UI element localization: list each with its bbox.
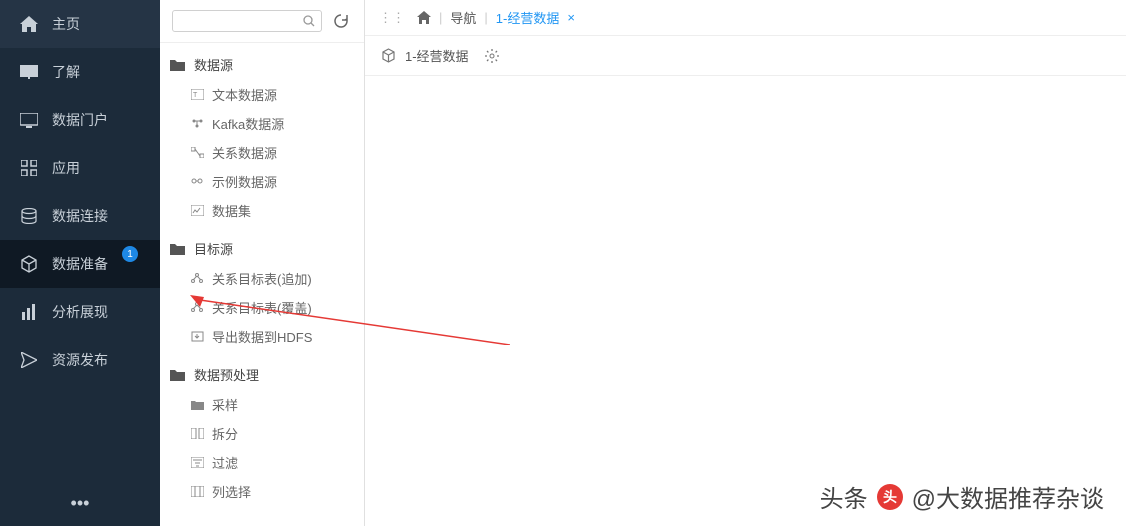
nav-portal[interactable]: 数据门户 (0, 96, 160, 144)
item-text-ds[interactable]: T 文本数据源 (160, 80, 364, 109)
folder-icon (170, 243, 188, 255)
item-export-hdfs[interactable]: 导出数据到HDFS (160, 322, 364, 351)
main-area: ⋮⋮ | 导航 | 1-经营数据 × 1-经营数据 头条 头 @大数据推荐杂谈 (365, 0, 1126, 526)
item-target-append[interactable]: 关系目标表(追加) (160, 264, 364, 293)
folder-icon (170, 369, 188, 381)
home-icon[interactable] (417, 11, 431, 24)
item-columns[interactable]: 列选择 (160, 477, 364, 506)
nav-analysis[interactable]: 分析展现 (0, 288, 160, 336)
nav-apps[interactable]: 应用 (0, 144, 160, 192)
send-icon (18, 351, 40, 369)
item-label: 示例数据源 (212, 172, 277, 191)
svg-text:头: 头 (883, 489, 897, 505)
item-kafka-ds[interactable]: Kafka数据源 (160, 109, 364, 138)
export-icon (188, 331, 206, 342)
text-icon: T (188, 89, 206, 100)
close-tab-icon[interactable]: × (567, 10, 575, 25)
item-label: 拆分 (212, 424, 238, 443)
canvas[interactable] (365, 76, 1126, 526)
sample-icon (188, 176, 206, 187)
drag-icon[interactable]: ⋮⋮ (379, 10, 405, 26)
nav-label: 分析展现 (52, 302, 108, 322)
folder-preprocess[interactable]: 数据预处理 (160, 359, 364, 390)
nav-label: 数据连接 (52, 206, 108, 226)
tree: 数据源 T文本数据源 Kafka数据源 关系数据源 示例数据源 数据集 目标源 … (160, 43, 364, 526)
refresh-button[interactable] (330, 10, 352, 32)
item-dataset[interactable]: 数据集 (160, 196, 364, 225)
item-label: 列选择 (212, 482, 251, 501)
nav-home[interactable]: 主页 (0, 0, 160, 48)
nav-connection[interactable]: 数据连接 (0, 192, 160, 240)
folder-label: 数据源 (194, 55, 233, 74)
watermark: 头条 头 @大数据推荐杂谈 (820, 479, 1104, 514)
nav-learn[interactable]: 了解 (0, 48, 160, 96)
node-icon (188, 273, 206, 284)
search-box[interactable] (172, 10, 322, 32)
gear-icon[interactable] (483, 47, 501, 65)
nav-prepare[interactable]: 数据准备 1 (0, 240, 160, 288)
toolbar: 1-经营数据 (365, 36, 1126, 76)
item-sample-ds[interactable]: 示例数据源 (160, 167, 364, 196)
folder-sm-icon (188, 400, 206, 410)
search-icon[interactable] (303, 15, 315, 27)
breadcrumb: ⋮⋮ | 导航 | 1-经营数据 × (365, 0, 1126, 36)
book-icon (18, 63, 40, 81)
cube-icon (379, 47, 397, 65)
item-label: 采样 (212, 395, 238, 414)
watermark-text: @大数据推荐杂谈 (912, 479, 1104, 514)
item-label: 关系目标表(追加) (212, 269, 312, 288)
columns-icon (188, 486, 206, 497)
database-icon (18, 207, 40, 225)
filter-icon (188, 457, 206, 468)
item-label: 数据集 (212, 201, 251, 220)
folder-icon (170, 59, 188, 71)
watermark-icon: 头 (876, 483, 904, 511)
folder-target[interactable]: 目标源 (160, 233, 364, 264)
item-target-overwrite[interactable]: 关系目标表(覆盖) (160, 293, 364, 322)
split-icon (188, 428, 206, 439)
item-label: Kafka数据源 (212, 114, 284, 133)
item-label: 导出数据到HDFS (212, 327, 312, 346)
nav-label: 了解 (52, 62, 80, 82)
item-label: 过滤 (212, 453, 238, 472)
item-split[interactable]: 拆分 (160, 419, 364, 448)
apps-icon (18, 159, 40, 177)
search-row (160, 0, 364, 43)
kafka-icon (188, 118, 206, 129)
dataset-icon (188, 205, 206, 216)
nav-publish[interactable]: 资源发布 (0, 336, 160, 384)
tree-panel: 数据源 T文本数据源 Kafka数据源 关系数据源 示例数据源 数据集 目标源 … (160, 0, 365, 526)
nav-label: 数据门户 (52, 110, 108, 130)
toolbar-title: 1-经营数据 (405, 46, 469, 65)
nav-badge: 1 (122, 246, 138, 262)
sidebar: 主页 了解 数据门户 应用 数据连接 数据准备 1 分析展现 资源 (0, 0, 160, 526)
chart-icon (18, 303, 40, 321)
crumb-nav[interactable]: 导航 (450, 8, 476, 27)
item-label: 文本数据源 (212, 85, 277, 104)
folder-label: 目标源 (194, 239, 233, 258)
relation-icon (188, 147, 206, 158)
item-label: 关系目标表(覆盖) (212, 298, 312, 317)
nav-label: 主页 (52, 14, 80, 34)
cube-icon (18, 255, 40, 273)
search-input[interactable] (179, 14, 303, 28)
node-icon (188, 302, 206, 313)
item-sample[interactable]: 采样 (160, 390, 364, 419)
nav-label: 数据准备 (52, 254, 108, 274)
nav-label: 应用 (52, 158, 80, 178)
folder-datasource[interactable]: 数据源 (160, 49, 364, 80)
item-label: 关系数据源 (212, 143, 277, 162)
item-relation-ds[interactable]: 关系数据源 (160, 138, 364, 167)
folder-label: 数据预处理 (194, 365, 259, 384)
nav-label: 资源发布 (52, 350, 108, 370)
crumb-tab[interactable]: 1-经营数据 (496, 8, 560, 27)
monitor-icon (18, 111, 40, 129)
nav-more[interactable]: ••• (0, 481, 160, 526)
watermark-prefix: 头条 (820, 479, 868, 514)
home-icon (18, 15, 40, 33)
svg-text:T: T (193, 92, 198, 99)
item-filter[interactable]: 过滤 (160, 448, 364, 477)
